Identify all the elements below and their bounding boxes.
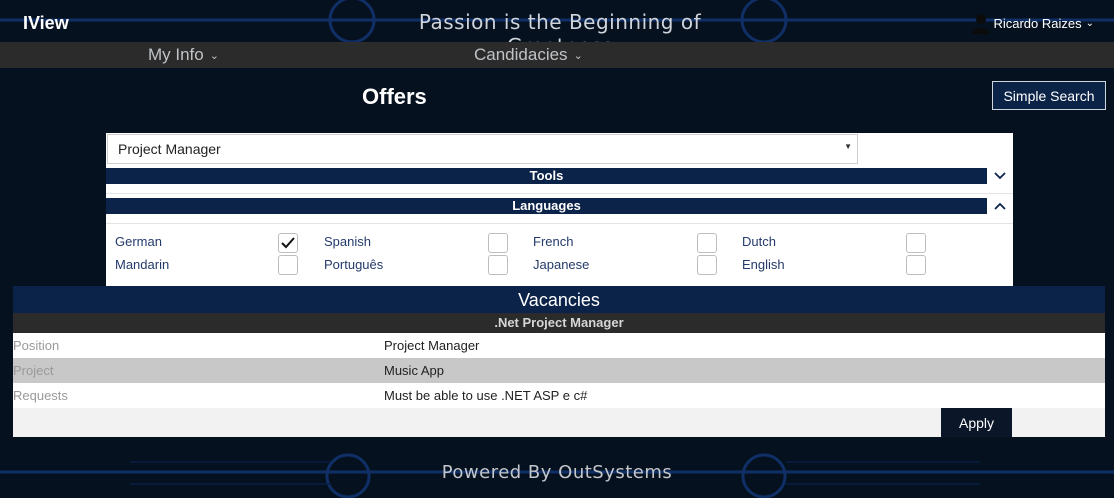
nav-item-candidacies[interactable]: Candidacies ⌄ <box>474 45 583 65</box>
nav-item-my-info[interactable]: My Info ⌄ <box>148 45 219 65</box>
divider <box>106 193 1013 194</box>
language-label-dutch: Dutch <box>742 234 776 249</box>
language-label-spanish: Spanish <box>324 234 371 249</box>
language-checkbox-mandarin[interactable] <box>278 255 298 275</box>
chevron-down-icon: ⌄ <box>209 49 219 62</box>
table-row: Project Music App <box>13 358 1105 383</box>
footer-powered-by: Powered By OutSystems <box>441 462 673 483</box>
row-label: Project <box>13 363 54 378</box>
simple-search-button[interactable]: Simple Search <box>992 81 1106 110</box>
chevron-down-icon: ⌄ <box>1085 17 1094 29</box>
chevron-down-icon: ⌄ <box>573 49 583 62</box>
language-label-mandarin: Mandarin <box>115 257 170 272</box>
language-label-german: German <box>115 234 162 249</box>
row-value: Project Manager <box>384 338 480 353</box>
row-label: Position <box>13 338 60 353</box>
language-label-english: English <box>742 257 785 272</box>
language-checkbox-german[interactable] <box>278 233 298 253</box>
offer-name: .Net Project Manager <box>13 313 1105 333</box>
language-label-portugues: Português <box>324 257 384 272</box>
app-header: IView Passion is the Beginning of Greatn… <box>0 0 1114 58</box>
page-title: Offers <box>362 84 427 109</box>
language-label-french: French <box>533 234 574 249</box>
table-row: Position Project Manager <box>13 333 1105 358</box>
user-menu[interactable]: Ricardo Raizes ⌄ <box>971 12 1094 34</box>
table-row: Requests Must be able to use .NET ASP e … <box>13 383 1105 408</box>
languages-section-header[interactable]: Languages <box>106 198 987 214</box>
row-label: Requests <box>13 388 68 403</box>
nav-item-label: My Info <box>148 45 204 64</box>
filter-panel: Project Manager ▼ Tools Languages German… <box>106 133 1013 286</box>
app-logo[interactable]: IView <box>23 13 69 34</box>
language-checkbox-japanese[interactable] <box>697 255 717 275</box>
language-checkbox-french[interactable] <box>697 233 717 253</box>
position-select[interactable]: Project Manager ▼ <box>107 134 858 164</box>
chevron-up-icon[interactable] <box>992 198 1008 214</box>
language-label-japanese: Japanese <box>533 257 590 272</box>
user-name: Ricardo Raizes <box>993 15 1082 31</box>
vacancies-title: Vacancies <box>13 286 1105 313</box>
main-nav: My Info ⌄ Candidacies ⌄ <box>0 42 1114 68</box>
language-checkbox-portugues[interactable] <box>488 255 508 275</box>
apply-button[interactable]: Apply <box>941 408 1012 437</box>
row-value: Music App <box>384 363 444 378</box>
tools-section-header[interactable]: Tools <box>106 168 987 184</box>
user-icon <box>971 12 991 34</box>
row-value: Must be able to use .NET ASP e c# <box>384 388 588 403</box>
chevron-down-icon[interactable] <box>992 168 1008 184</box>
language-checkbox-english[interactable] <box>906 255 926 275</box>
divider <box>106 223 1013 224</box>
language-checkbox-dutch[interactable] <box>906 233 926 253</box>
position-select-value: Project Manager <box>118 141 221 157</box>
nav-item-label: Candidacies <box>474 45 568 64</box>
dropdown-arrow-icon: ▼ <box>844 142 852 151</box>
language-checkbox-spanish[interactable] <box>488 233 508 253</box>
